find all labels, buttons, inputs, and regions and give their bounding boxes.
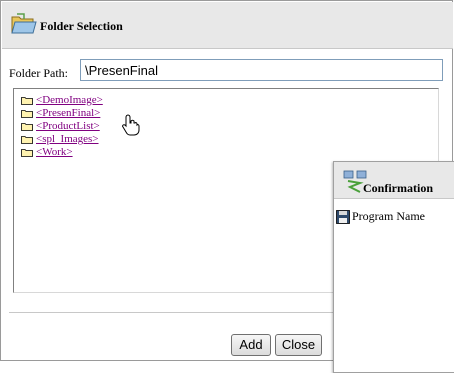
tree-item[interactable]: <DemoImage> [21,94,103,107]
folder-icon [21,110,33,118]
floppy-disk-icon [336,210,350,224]
tree-item[interactable]: <spl_Images> [21,133,99,146]
hand-pointer-icon [122,114,140,136]
folder-icon [21,136,33,144]
dialog-title: Folder Selection [40,19,123,33]
tree-item[interactable]: <PresenFinal> [21,107,100,120]
dialog-header: Folder Selection [2,2,453,49]
folder-open-icon [11,13,37,34]
tree-item[interactable]: <Work> [21,146,73,159]
tree-item-link[interactable]: <spl_Images> [36,133,99,145]
folder-icon [21,97,33,105]
tree-item-link[interactable]: <DemoImage> [36,94,103,106]
program-name-label: Program Name [352,209,425,223]
add-button[interactable]: Add [231,334,271,356]
folder-icon [21,149,33,157]
close-button[interactable]: Close [275,334,322,356]
confirmation-header: Confirmation [334,162,454,199]
tree-item[interactable]: <ProductList> [21,120,100,133]
tree-item-link[interactable]: <PresenFinal> [36,107,100,119]
folder-path-input[interactable] [80,59,443,81]
folder-path-label: Folder Path: [9,66,68,80]
confirmation-dialog: Confirmation Program Name [333,161,454,373]
tree-item-link[interactable]: <ProductList> [36,120,100,132]
folder-path-row: Folder Path: [9,57,449,83]
tree-item-link[interactable]: <Work> [36,146,73,158]
folder-icon [21,123,33,131]
confirmation-title: Confirmation [363,181,433,195]
